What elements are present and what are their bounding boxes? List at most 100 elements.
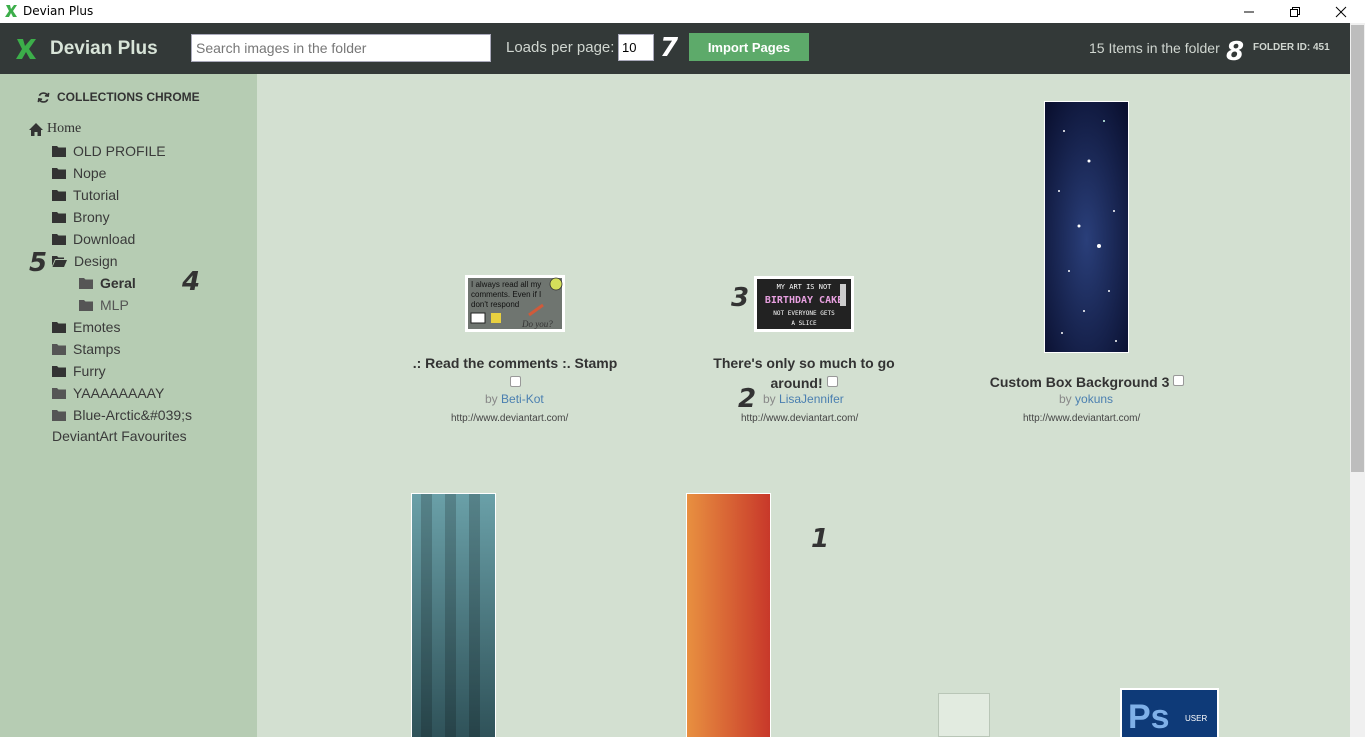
galaxy-thumbnail[interactable] (1044, 101, 1129, 353)
stamp-text-line-2: BIRTHDAY CAKE (765, 295, 843, 306)
image-grid: I always read all my comments. Even if I… (257, 74, 1350, 737)
annotation-1: 1 (811, 524, 830, 554)
sidebar-item-label: Emotes (73, 319, 121, 335)
sidebar-item-blue-arctic[interactable]: Blue-Arctic&#039;s (52, 407, 192, 423)
card-title: There's only so much to go around! (689, 353, 919, 393)
sidebar-item-label: Home (47, 121, 82, 136)
sidebar-item-label: YAAAAAAAAY (73, 385, 165, 401)
sidebar-item-label: Design (74, 253, 118, 269)
stamp-thumbnail[interactable]: MY ART IS NOT BIRTHDAY CAKE NOT EVERYONE… (754, 276, 854, 332)
sidebar-item-nope[interactable]: Nope (52, 165, 106, 181)
sidebar: COLLECTIONS CHROME Home OLD PROFILE Nope… (0, 74, 257, 737)
folder-icon (52, 146, 66, 157)
author-link[interactable]: Beti-Kot (501, 392, 544, 406)
card-url[interactable]: http://www.deviantart.com/ (451, 413, 568, 424)
close-icon (1335, 6, 1347, 17)
folder-id: FOLDER ID: 451 (1253, 42, 1330, 53)
items-count: 15 Items in the folder (1089, 40, 1220, 56)
sidebar-item-label: Geral (100, 275, 136, 291)
sidebar-item-label: Download (73, 231, 136, 247)
folder-icon (52, 190, 66, 201)
sidebar-item-label: Furry (73, 363, 106, 379)
stamp-text-line-3: don't respond (471, 300, 519, 309)
folder-icon (79, 300, 93, 311)
sidebar-item-label: Brony (73, 209, 110, 225)
window-titlebar: Devian Plus (0, 0, 1365, 23)
refresh-icon (37, 91, 50, 103)
sidebar-item-stamps[interactable]: Stamps (52, 341, 120, 357)
sidebar-item-label: Tutorial (73, 187, 120, 203)
sidebar-item-yaaaay[interactable]: YAAAAAAAAY (52, 385, 164, 401)
stamp-text-line-1: MY ART IS NOT (777, 283, 833, 291)
sidebar-item-label: MLP (100, 297, 129, 313)
folder-icon (52, 168, 66, 179)
annotation-5: 5 (29, 248, 48, 278)
by-label: by (1059, 392, 1072, 406)
sidebar-item-furry[interactable]: Furry (52, 363, 106, 379)
select-checkbox[interactable] (1173, 375, 1185, 386)
sidebar-item-download[interactable]: Download (52, 231, 135, 247)
loads-per-page-input[interactable] (618, 34, 654, 61)
stamp-text-line-3: NOT EVERYONE GETS (773, 310, 835, 317)
by-label: by (763, 392, 776, 406)
collections-heading-label: COLLECTIONS CHROME (57, 90, 200, 104)
search-input[interactable] (191, 34, 491, 62)
folder-icon (52, 234, 66, 245)
annotation-3: 3 (731, 283, 750, 313)
card-byline: by LisaJennifer (763, 392, 844, 406)
folder-icon (52, 322, 66, 333)
card-title-line-2: around! (770, 375, 823, 391)
devian-logo-icon (16, 39, 36, 59)
minimize-button[interactable] (1226, 0, 1272, 23)
sidebar-item-label: OLD PROFILE (73, 143, 166, 159)
folder-icon (52, 388, 66, 399)
collections-heading[interactable]: COLLECTIONS CHROME (37, 90, 200, 104)
sidebar-item-brony[interactable]: Brony (52, 209, 110, 225)
folder-icon (52, 366, 66, 377)
stamp-text-line-4: Do you? (521, 319, 553, 329)
sidebar-item-emotes[interactable]: Emotes (52, 319, 120, 335)
sidebar-item-label: Nope (73, 165, 107, 181)
folder-icon (52, 410, 66, 421)
sidebar-item-design[interactable]: Design (52, 253, 118, 269)
loads-per-page-label: Loads per page: (506, 39, 615, 56)
window-title: Devian Plus (23, 4, 94, 18)
stripes-thumbnail[interactable] (411, 493, 496, 737)
annotation-6: 6 (396, 34, 415, 64)
select-checkbox[interactable] (509, 376, 521, 387)
import-pages-button[interactable]: Import Pages (689, 33, 809, 61)
folder-icon (52, 344, 66, 355)
close-button[interactable] (1318, 0, 1364, 23)
app-logo-icon (5, 5, 17, 17)
card-title: Custom Box Background 3 (977, 372, 1197, 392)
blank-thumbnail[interactable] (938, 693, 990, 737)
sidebar-item-label: Stamps (73, 341, 121, 357)
sidebar-item-mlp[interactable]: MLP (79, 297, 129, 313)
folder-open-icon (52, 256, 67, 267)
card-title-line-1: There's only so much to go (713, 355, 895, 371)
ps-user-label: USER (1185, 714, 1207, 723)
by-label: by (485, 392, 498, 406)
annotation-2: 2 (738, 384, 757, 414)
minimize-icon (1244, 11, 1254, 12)
restore-button[interactable] (1272, 0, 1318, 23)
author-link[interactable]: yokuns (1075, 392, 1113, 406)
card-url[interactable]: http://www.deviantart.com/ (741, 413, 858, 424)
annotation-8: 8 (1226, 37, 1245, 67)
card-title-text: Custom Box Background 3 (989, 374, 1170, 390)
sidebar-item-deviantart-favourites[interactable]: DeviantArt Favourites (52, 428, 187, 444)
card-byline: by Beti-Kot (485, 392, 544, 406)
author-link[interactable]: LisaJennifer (779, 392, 844, 406)
stamp-thumbnail[interactable]: I always read all my comments. Even if I… (465, 275, 565, 332)
sidebar-item-geral[interactable]: Geral (79, 275, 136, 291)
sidebar-item-label: Blue-Arctic&#039;s (73, 407, 193, 423)
orange-texture-thumbnail[interactable] (686, 493, 771, 737)
select-checkbox[interactable] (826, 376, 838, 387)
card-url[interactable]: http://www.deviantart.com/ (1023, 413, 1140, 424)
scrollbar-thumb[interactable] (1351, 25, 1364, 472)
ps-user-thumbnail[interactable]: Ps USER (1120, 688, 1219, 737)
annotation-4: 4 (182, 267, 201, 297)
sidebar-item-old-profile[interactable]: OLD PROFILE (52, 143, 166, 159)
sidebar-item-tutorial[interactable]: Tutorial (52, 187, 119, 203)
sidebar-item-home[interactable]: Home (29, 121, 81, 137)
